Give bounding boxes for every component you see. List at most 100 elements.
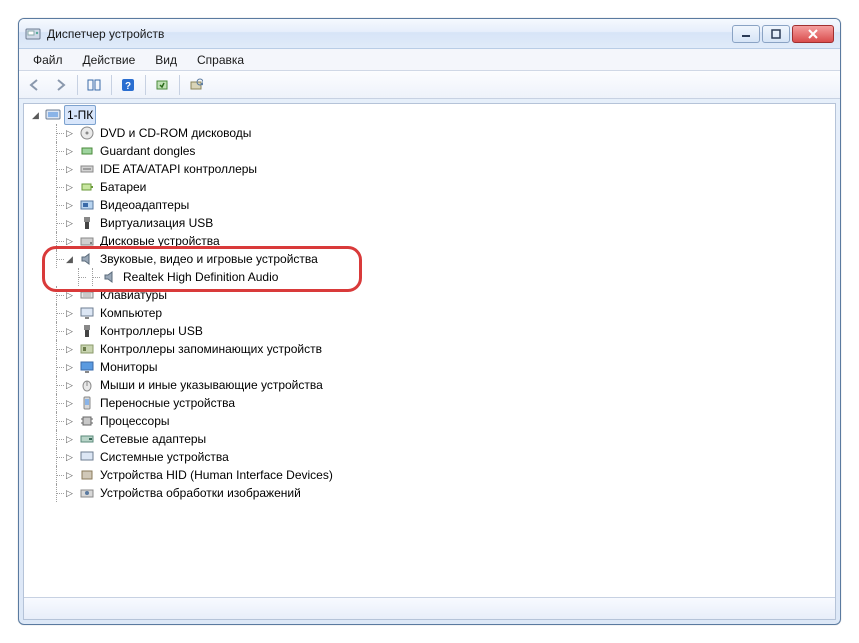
- tree-node-label[interactable]: Батареи: [98, 178, 148, 196]
- collapse-icon[interactable]: ◢: [30, 110, 41, 121]
- device-manager-window: Диспетчер устройств Файл Действие Вид Сп…: [18, 18, 841, 625]
- help-button[interactable]: ?: [116, 74, 140, 96]
- tree-node[interactable]: ▷ Контроллеры запоминающих устройств: [24, 340, 835, 358]
- imaging-device-icon: [79, 485, 95, 501]
- forward-button[interactable]: [48, 74, 72, 96]
- disk-icon: [79, 233, 95, 249]
- tree-node-label[interactable]: Виртуализация USB: [98, 214, 215, 232]
- window-controls: [732, 25, 834, 43]
- expand-icon[interactable]: ▷: [64, 452, 75, 463]
- speaker-icon: [79, 251, 95, 267]
- scan-hardware-button[interactable]: [150, 74, 174, 96]
- back-button[interactable]: [23, 74, 47, 96]
- tree-node-label[interactable]: Мыши и иные указывающие устройства: [98, 376, 325, 394]
- tree-node-label[interactable]: Компьютер: [98, 304, 164, 322]
- tree-node[interactable]: ▷ Клавиатуры: [24, 286, 835, 304]
- tree-node[interactable]: ▷ Мыши и иные указывающие устройства: [24, 376, 835, 394]
- tree-node-label[interactable]: Устройства обработки изображений: [98, 484, 303, 502]
- tree-node-label[interactable]: DVD и CD-ROM дисководы: [98, 124, 253, 142]
- display-adapter-icon: [79, 197, 95, 213]
- expand-icon[interactable]: ▷: [64, 326, 75, 337]
- tree-node[interactable]: ▷ Видеоадаптеры: [24, 196, 835, 214]
- tree-node-label[interactable]: Переносные устройства: [98, 394, 237, 412]
- toolbar-separator: [111, 75, 112, 95]
- tree-node-label[interactable]: Процессоры: [98, 412, 172, 430]
- expand-icon[interactable]: ▷: [64, 380, 75, 391]
- maximize-button[interactable]: [762, 25, 790, 43]
- expand-icon[interactable]: ▷: [64, 164, 75, 175]
- tree-node[interactable]: ▷ Устройства обработки изображений: [24, 484, 835, 502]
- tree-node[interactable]: ▷ Компьютер: [24, 304, 835, 322]
- expand-icon[interactable]: ▷: [64, 308, 75, 319]
- content-area: ◢ 1-ПК ▷ DVD и CD-ROM дисководы ▷ Guardant…: [23, 103, 836, 620]
- tree-node-label[interactable]: Видеоадаптеры: [98, 196, 191, 214]
- tree-node[interactable]: ▷ Дисковые устройства: [24, 232, 835, 250]
- tree-node-label[interactable]: Системные устройства: [98, 448, 231, 466]
- hid-icon: [79, 467, 95, 483]
- tree-node[interactable]: ▷ Мониторы: [24, 358, 835, 376]
- tree-node-sound[interactable]: ◢ Звуковые, видео и игровые устройства: [24, 250, 835, 268]
- toolbar-separator: [145, 75, 146, 95]
- expand-icon[interactable]: ▷: [64, 362, 75, 373]
- tree-node-label[interactable]: Сетевые адаптеры: [98, 430, 208, 448]
- expand-icon[interactable]: ▷: [64, 182, 75, 193]
- menu-view[interactable]: Вид: [145, 51, 187, 69]
- portable-device-icon: [79, 395, 95, 411]
- expand-icon[interactable]: ▷: [64, 200, 75, 211]
- tree-node[interactable]: ▷ Процессоры: [24, 412, 835, 430]
- menu-action[interactable]: Действие: [73, 51, 146, 69]
- expand-icon[interactable]: ▷: [64, 290, 75, 301]
- menu-file[interactable]: Файл: [23, 51, 73, 69]
- menu-help[interactable]: Справка: [187, 51, 254, 69]
- tree-node[interactable]: ▷ Сетевые адаптеры: [24, 430, 835, 448]
- device-tree[interactable]: ◢ 1-ПК ▷ DVD и CD-ROM дисководы ▷ Guardant…: [24, 104, 835, 504]
- ide-icon: [79, 161, 95, 177]
- expand-icon[interactable]: ▷: [64, 344, 75, 355]
- tree-node-label[interactable]: Контроллеры запоминающих устройств: [98, 340, 324, 358]
- tree-node-label[interactable]: Клавиатуры: [98, 286, 169, 304]
- expand-icon[interactable]: ▷: [64, 398, 75, 409]
- expand-icon[interactable]: ▷: [64, 218, 75, 229]
- tree-node[interactable]: ▷ Guardant dongles: [24, 142, 835, 160]
- tree-node-label[interactable]: IDE ATA/ATAPI контроллеры: [98, 160, 259, 178]
- tree-node-label[interactable]: 1-ПК: [64, 105, 96, 125]
- expand-icon[interactable]: ▷: [64, 236, 75, 247]
- tree-node[interactable]: ▷ Устройства HID (Human Interface Devices…: [24, 466, 835, 484]
- tree-root[interactable]: ◢ 1-ПК: [24, 106, 835, 124]
- tree-node[interactable]: ▷ Переносные устройства: [24, 394, 835, 412]
- titlebar[interactable]: Диспетчер устройств: [19, 19, 840, 49]
- toolbar-separator: [77, 75, 78, 95]
- speaker-icon: [102, 269, 118, 285]
- dongle-icon: [79, 143, 95, 159]
- close-button[interactable]: [792, 25, 834, 43]
- properties-button[interactable]: [184, 74, 208, 96]
- tree-node[interactable]: ▷ DVD и CD-ROM дисководы: [24, 124, 835, 142]
- tree-node-label[interactable]: Мониторы: [98, 358, 159, 376]
- menubar: Файл Действие Вид Справка: [19, 49, 840, 71]
- expand-icon[interactable]: ▷: [64, 488, 75, 499]
- minimize-button[interactable]: [732, 25, 760, 43]
- expand-icon[interactable]: ▷: [64, 146, 75, 157]
- tree-node-label[interactable]: Контроллеры USB: [98, 322, 205, 340]
- expand-icon[interactable]: ▷: [64, 416, 75, 427]
- window-title: Диспетчер устройств: [47, 27, 732, 41]
- computer-icon: [79, 305, 95, 321]
- tree-node[interactable]: ▷ Контроллеры USB: [24, 322, 835, 340]
- tree-node-label[interactable]: Дисковые устройства: [98, 232, 222, 250]
- processor-icon: [79, 413, 95, 429]
- tree-node-label[interactable]: Звуковые, видео и игровые устройства: [98, 250, 320, 268]
- tree-node-label[interactable]: Realtek High Definition Audio: [121, 268, 280, 286]
- tree-node-label[interactable]: Guardant dongles: [98, 142, 197, 160]
- tree-node[interactable]: ▷ Батареи: [24, 178, 835, 196]
- expand-icon[interactable]: ▷: [64, 434, 75, 445]
- tree-node[interactable]: ▷ Виртуализация USB: [24, 214, 835, 232]
- tree-node-realtek[interactable]: Realtek High Definition Audio: [24, 268, 835, 286]
- expand-icon[interactable]: ▷: [64, 128, 75, 139]
- tree-node-label[interactable]: Устройства HID (Human Interface Devices): [98, 466, 335, 484]
- show-hide-console-button[interactable]: [82, 74, 106, 96]
- collapse-icon[interactable]: ◢: [64, 254, 75, 265]
- expand-icon[interactable]: ▷: [64, 470, 75, 481]
- tree-node[interactable]: ▷ IDE ATA/ATAPI контроллеры: [24, 160, 835, 178]
- storage-controller-icon: [79, 341, 95, 357]
- tree-node[interactable]: ▷ Системные устройства: [24, 448, 835, 466]
